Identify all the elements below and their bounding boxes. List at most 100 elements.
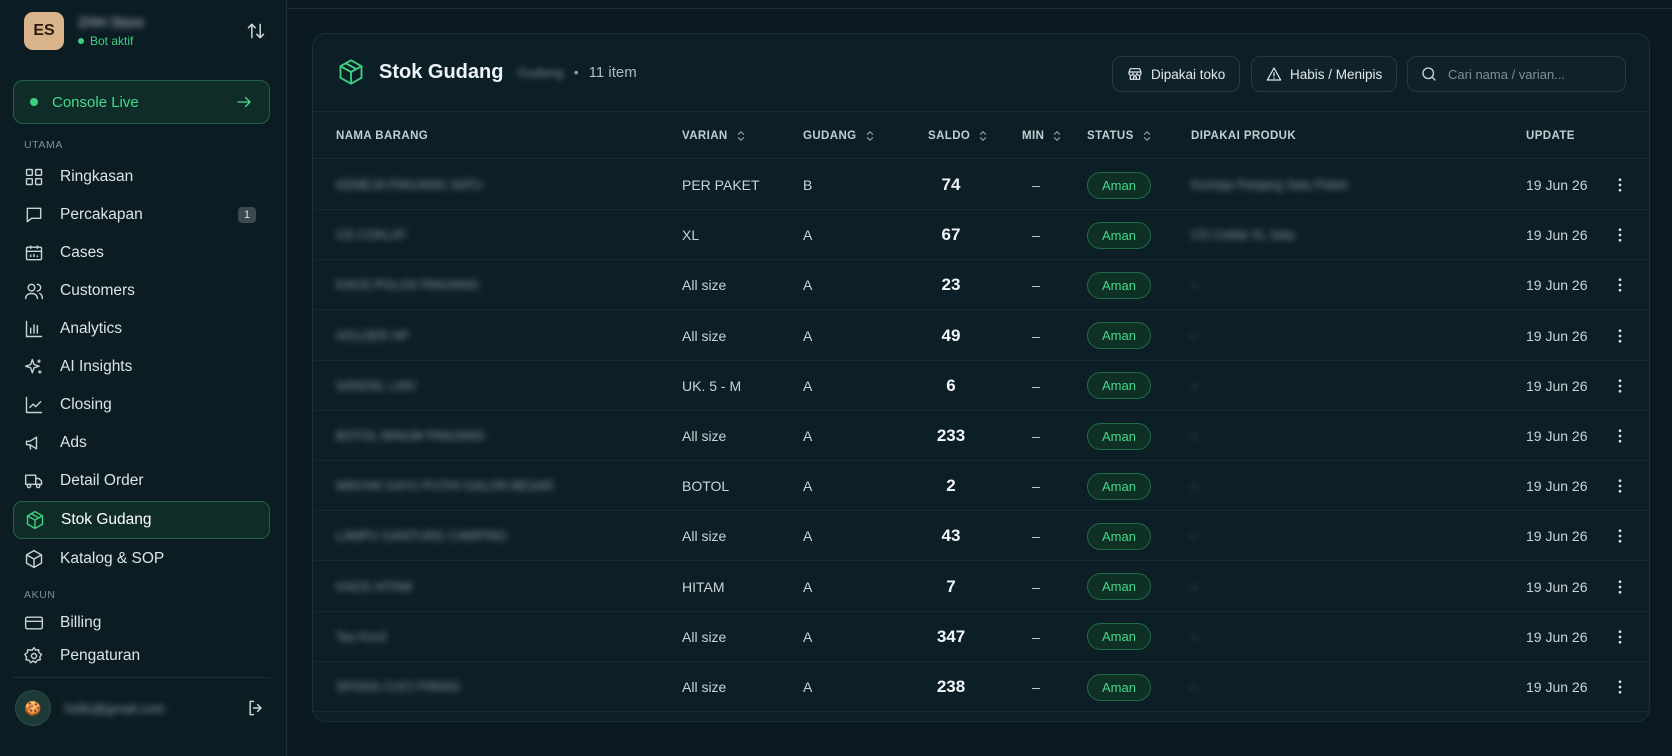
column-header-status[interactable]: STATUS [1087,112,1152,159]
row-menu-button[interactable] [1611,311,1629,361]
status-cell: Aman [1087,411,1151,461]
sidebar-item-stok-gudang[interactable]: Stok Gudang [13,501,270,539]
status-badge: Aman [1087,271,1151,299]
row-menu-button[interactable] [1611,562,1629,612]
item-update: 19 Jun 26 [1526,679,1588,695]
item-min: – [1032,177,1040,193]
item-warehouse: A [803,679,813,695]
row-menu-button[interactable] [1611,411,1629,461]
item-warehouse: A [803,478,813,495]
column-header-balance[interactable]: SALDO [928,112,988,159]
item-min: – [1032,327,1040,344]
item-used-in: – [1191,378,1198,393]
filter-low-stock-button[interactable]: Habis / Menipis [1251,56,1398,92]
item-variant: All size [682,428,727,444]
sidebar-item-label: AI Insights [60,358,133,375]
kebab-menu-icon [1611,176,1629,194]
item-balance: 233 [936,426,966,445]
row-menu-button[interactable] [1611,361,1629,411]
user-profile[interactable]: 🍪 hello@gmail.com [15,690,267,726]
sidebar-item-ringkasan[interactable]: Ringkasan [13,158,270,196]
row-menu-button[interactable] [1611,260,1629,310]
sidebar-item-label: Customers [60,282,135,299]
item-variant: UK. 5 - M [682,377,742,394]
table-row[interactable]: SANDAL LAKI UK. 5 - M A 6 – Aman – 19 Jun 26 [313,361,1649,411]
sidebar-item-analytics[interactable]: Analytics [13,310,270,348]
card-icon [24,613,44,633]
item-name: KEMEJA PANJANG SATU [336,178,483,192]
kebab-menu-icon [1611,427,1629,445]
item-update: 19 Jun 26 [1526,428,1588,444]
row-menu-button[interactable] [1611,511,1629,561]
column-header-update: UPDATE [1526,112,1575,159]
sidebar-item-pengaturan[interactable]: Pengaturan [13,637,270,675]
row-menu-button[interactable] [1611,612,1629,662]
row-menu-button[interactable] [1611,461,1629,511]
sidebar-item-detail-order[interactable]: Detail Order [13,462,270,500]
item-min: – [1032,628,1040,645]
row-menu-button[interactable] [1611,160,1629,210]
table-row[interactable]: LAMPU GANTUNG CAMPING All size A 43 – Aman – 19… [313,511,1649,562]
item-name: KAOS HITAM [336,579,413,594]
sort-icon [1054,130,1061,141]
kebab-menu-icon [1611,477,1629,495]
sort-icon [1143,130,1150,141]
table-row[interactable]: KEMEJA PANJANG SATU PER PAKET B 74 – Aman Keme… [313,160,1649,210]
column-label: SALDO [928,129,971,142]
item-balance: 238 [936,677,966,696]
row-menu-button[interactable] [1611,662,1629,712]
status-badge: Aman [1087,171,1151,199]
status-badge: Aman [1087,422,1151,450]
column-header-warehouse[interactable]: GUDANG [803,112,875,159]
status-badge: Aman [1087,472,1151,500]
status-cell: Aman [1087,210,1151,260]
table-row[interactable]: MINYAK KAYU PUTIH GALON BESAR BOTOL A 2 – Ama… [313,461,1649,512]
sidebar-item-katalog-sop[interactable]: Katalog & SOP [13,540,270,578]
column-header-min[interactable]: MIN [1022,112,1062,159]
row-menu-button[interactable] [1611,210,1629,260]
page-subtitle: Gudang [517,64,564,80]
sidebar-item-label: Pengaturan [60,647,141,664]
sidebar-divider [13,677,270,678]
search-field[interactable] [1407,56,1626,92]
status-dot [78,38,84,44]
column-header-name: NAMA BARANG [336,112,428,159]
sidebar-item-label: Ringkasan [60,168,134,185]
sidebar-item-ads[interactable]: Ads [13,424,270,462]
item-name: MINYAK KAYU PUTIH GALON BESAR [336,479,554,494]
table-row[interactable]: Tas Kecil All size A 347 – Aman – 19 Jun 26 [313,612,1649,662]
sidebar-item-cases[interactable]: Cases [13,234,270,272]
item-min: – [1032,478,1040,495]
table-row[interactable]: KAOS POLOS PANJANG All size A 23 – Aman – 19 Ju… [313,260,1649,311]
status-badge: Aman [1087,522,1151,550]
sort-icon [980,130,987,141]
table-row[interactable]: CD COKLAT XL A 67 – Aman CD Coklat XL Satu 19 J… [313,210,1649,261]
table-row[interactable]: KAOS HITAM HITAM A 7 – Aman – 19 Jun 26 [313,562,1649,612]
sidebar-item-customers[interactable]: Customers [13,272,270,310]
sidebar-item-ai-insights[interactable]: AI Insights [13,348,270,386]
workspace-switcher[interactable]: ES ZHH Store Bot aktif [24,12,267,50]
column-header-variant[interactable]: VARIAN [682,112,746,159]
logout-icon[interactable] [245,697,267,719]
filter-store-button[interactable]: Dipakai toko [1112,56,1241,92]
console-live-button[interactable]: Console Live [13,80,270,124]
filter-store-label: Dipakai toko [1151,66,1226,82]
search-input[interactable] [1448,66,1608,82]
item-name: LAMPU GANTUNG CAMPING [336,529,507,544]
table-row[interactable]: BOTOL MINUM PANJANG All size A 233 – Aman – 19 … [313,411,1649,461]
item-min: – [1032,227,1040,244]
sidebar-item-percakapan[interactable]: Percakapan 1 [13,196,270,234]
table-row[interactable]: HOLDER HP All size A 49 – Aman – 19 Jun 26 [313,311,1649,361]
kebab-menu-icon [1611,678,1629,696]
table-row[interactable]: SPONS CUCI PIRING All size A 238 – Aman – 19 Ju… [313,662,1649,712]
filter-low-stock-label: Habis / Menipis [1290,66,1383,82]
switch-arrows-icon[interactable] [245,20,267,42]
column-label: STATUS [1087,129,1134,142]
item-update: 19 Jun 26 [1526,478,1588,495]
item-name: BOTOL MINUM PANJANG [336,429,486,443]
status-badge: Aman [1087,623,1151,651]
status-cell: Aman [1087,461,1151,511]
sidebar-item-closing[interactable]: Closing [13,386,270,424]
item-min: – [1032,528,1040,545]
item-balance: 23 [941,275,961,295]
